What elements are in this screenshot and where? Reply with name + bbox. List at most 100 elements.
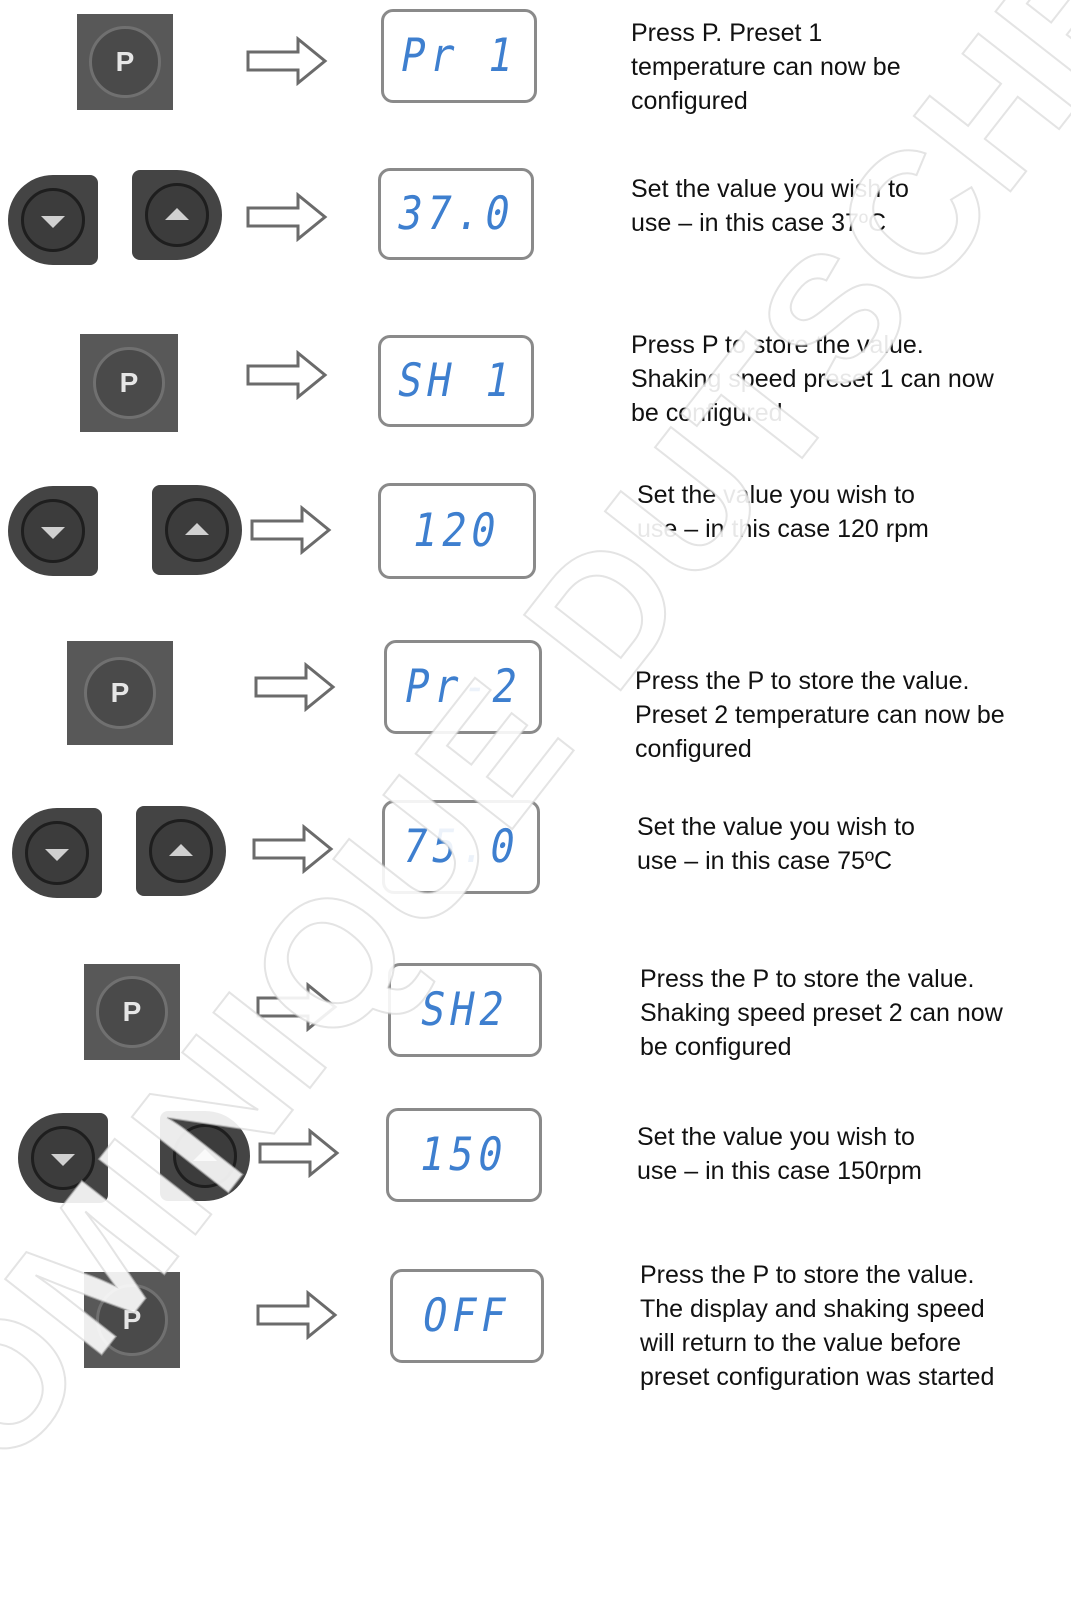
description-line: use – in this case 150rpm bbox=[637, 1157, 922, 1185]
p-button[interactable]: P bbox=[67, 641, 173, 745]
p-button-label: P bbox=[110, 677, 130, 708]
right-arrow-icon bbox=[246, 192, 328, 242]
down-arrow-button[interactable] bbox=[8, 175, 98, 265]
description-line: Set the value you wish to bbox=[637, 481, 915, 509]
lcd-display: 75.0 bbox=[382, 800, 540, 894]
lcd-display-value: OFF bbox=[418, 1289, 516, 1343]
description-line: Set the value you wish to bbox=[637, 813, 915, 841]
step-description: Set the value you wish to use – in this … bbox=[631, 172, 1071, 240]
down-arrow-button[interactable] bbox=[18, 1113, 108, 1203]
lcd-display: 150 bbox=[386, 1108, 542, 1202]
up-arrow-button[interactable] bbox=[160, 1111, 250, 1201]
up-key-ring bbox=[145, 183, 209, 247]
triangle-down-icon bbox=[41, 215, 65, 228]
description-line: use – in this case 37ºC bbox=[631, 209, 887, 237]
description-line: Press the P to store the value. bbox=[640, 1261, 975, 1289]
triangle-up-icon bbox=[165, 207, 189, 220]
p-button-label: P bbox=[122, 996, 142, 1027]
triangle-up-icon bbox=[169, 843, 193, 856]
lcd-display-value: Pr 1 bbox=[396, 29, 522, 83]
right-arrow-icon bbox=[258, 1128, 340, 1178]
right-arrow-icon bbox=[246, 36, 328, 86]
lcd-display-value: 37.0 bbox=[393, 187, 519, 241]
description-line: use – in this case 75ºC bbox=[637, 847, 893, 875]
right-arrow-icon bbox=[256, 982, 338, 1032]
p-button-label: P bbox=[119, 367, 139, 398]
description-line: Press P to store the value. bbox=[631, 331, 924, 359]
p-button-label: P bbox=[115, 46, 135, 77]
lcd-display-value: SH 1 bbox=[393, 354, 519, 408]
up-key-ring bbox=[149, 819, 213, 883]
lcd-display: SH 1 bbox=[378, 335, 534, 427]
description-line: Set the value you wish to bbox=[631, 175, 909, 203]
description-line: Press the P to store the value. bbox=[635, 667, 970, 695]
description-line: temperature can now be bbox=[631, 53, 901, 81]
step-description: Press the P to store the value. Shaking … bbox=[640, 962, 1071, 1064]
down-key-ring bbox=[21, 499, 85, 563]
p-button-ring: P bbox=[96, 976, 168, 1048]
step-description: Press P. Preset 1 temperature can now be… bbox=[631, 16, 1071, 118]
p-button[interactable]: P bbox=[84, 964, 180, 1060]
step-description: Set the value you wish to use – in this … bbox=[637, 810, 1071, 878]
p-button[interactable]: P bbox=[77, 14, 173, 110]
triangle-down-icon bbox=[51, 1153, 75, 1166]
lcd-display-value: 150 bbox=[415, 1128, 513, 1182]
description-line: Press the P to store the value. bbox=[640, 965, 975, 993]
lcd-display-value: 120 bbox=[408, 504, 506, 558]
description-line: Shaking speed preset 1 can now bbox=[631, 365, 994, 393]
description-line: configured bbox=[635, 735, 752, 763]
step-description: Set the value you wish to use – in this … bbox=[637, 478, 1071, 546]
description-line: Preset 2 temperature can now be bbox=[635, 701, 1005, 729]
lcd-display-value: SH2 bbox=[416, 983, 514, 1037]
up-arrow-button[interactable] bbox=[152, 485, 242, 575]
description-line: preset configuration was started bbox=[640, 1363, 995, 1391]
description-line: Press P. Preset 1 bbox=[631, 19, 823, 47]
p-button[interactable]: P bbox=[84, 1272, 180, 1368]
right-arrow-icon bbox=[252, 824, 334, 874]
lcd-display: Pr 1 bbox=[381, 9, 537, 103]
right-arrow-icon bbox=[246, 350, 328, 400]
lcd-display: SH2 bbox=[388, 963, 542, 1057]
step-description: Press P to store the value. Shaking spee… bbox=[631, 328, 1071, 430]
description-line: be configured bbox=[640, 1033, 792, 1061]
down-arrow-button[interactable] bbox=[12, 808, 102, 898]
description-line: configured bbox=[631, 87, 748, 115]
lcd-display: 37.0 bbox=[378, 168, 534, 260]
step-description: Set the value you wish to use – in this … bbox=[637, 1120, 1071, 1188]
p-button-ring: P bbox=[96, 1284, 168, 1356]
description-line: be configured bbox=[631, 399, 783, 427]
down-key-ring bbox=[21, 188, 85, 252]
triangle-up-icon bbox=[193, 1148, 217, 1161]
right-arrow-icon bbox=[254, 662, 336, 712]
lcd-display: 120 bbox=[378, 483, 536, 579]
up-key-ring bbox=[165, 498, 229, 562]
p-button-ring: P bbox=[93, 347, 165, 419]
up-arrow-button[interactable] bbox=[132, 170, 222, 260]
down-arrow-button[interactable] bbox=[8, 486, 98, 576]
right-arrow-icon bbox=[256, 1290, 338, 1340]
up-key-ring bbox=[173, 1124, 237, 1188]
down-key-ring bbox=[25, 821, 89, 885]
down-key-ring bbox=[31, 1126, 95, 1190]
triangle-down-icon bbox=[45, 848, 69, 861]
p-button[interactable]: P bbox=[80, 334, 178, 432]
p-button-label: P bbox=[122, 1304, 142, 1335]
lcd-display: Pr-2 bbox=[384, 640, 542, 734]
up-arrow-button[interactable] bbox=[136, 806, 226, 896]
p-button-ring: P bbox=[89, 26, 161, 98]
description-line: will return to the value before bbox=[640, 1329, 962, 1357]
step-description: Press the P to store the value. Preset 2… bbox=[635, 664, 1071, 766]
lcd-display-value: Pr-2 bbox=[400, 660, 526, 714]
description-line: The display and shaking speed bbox=[640, 1295, 985, 1323]
triangle-up-icon bbox=[185, 522, 209, 535]
step-description: Press the P to store the value. The disp… bbox=[640, 1258, 1071, 1394]
instruction-page: P Pr 1 Press P. Preset 1 temperature can… bbox=[0, 0, 1071, 1605]
p-button-ring: P bbox=[84, 657, 156, 729]
triangle-down-icon bbox=[41, 526, 65, 539]
description-line: Shaking speed preset 2 can now bbox=[640, 999, 1003, 1027]
description-line: use – in this case 120 rpm bbox=[637, 515, 929, 543]
right-arrow-icon bbox=[250, 505, 332, 555]
description-line: Set the value you wish to bbox=[637, 1123, 915, 1151]
lcd-display: OFF bbox=[390, 1269, 544, 1363]
lcd-display-value: 75.0 bbox=[398, 820, 524, 874]
